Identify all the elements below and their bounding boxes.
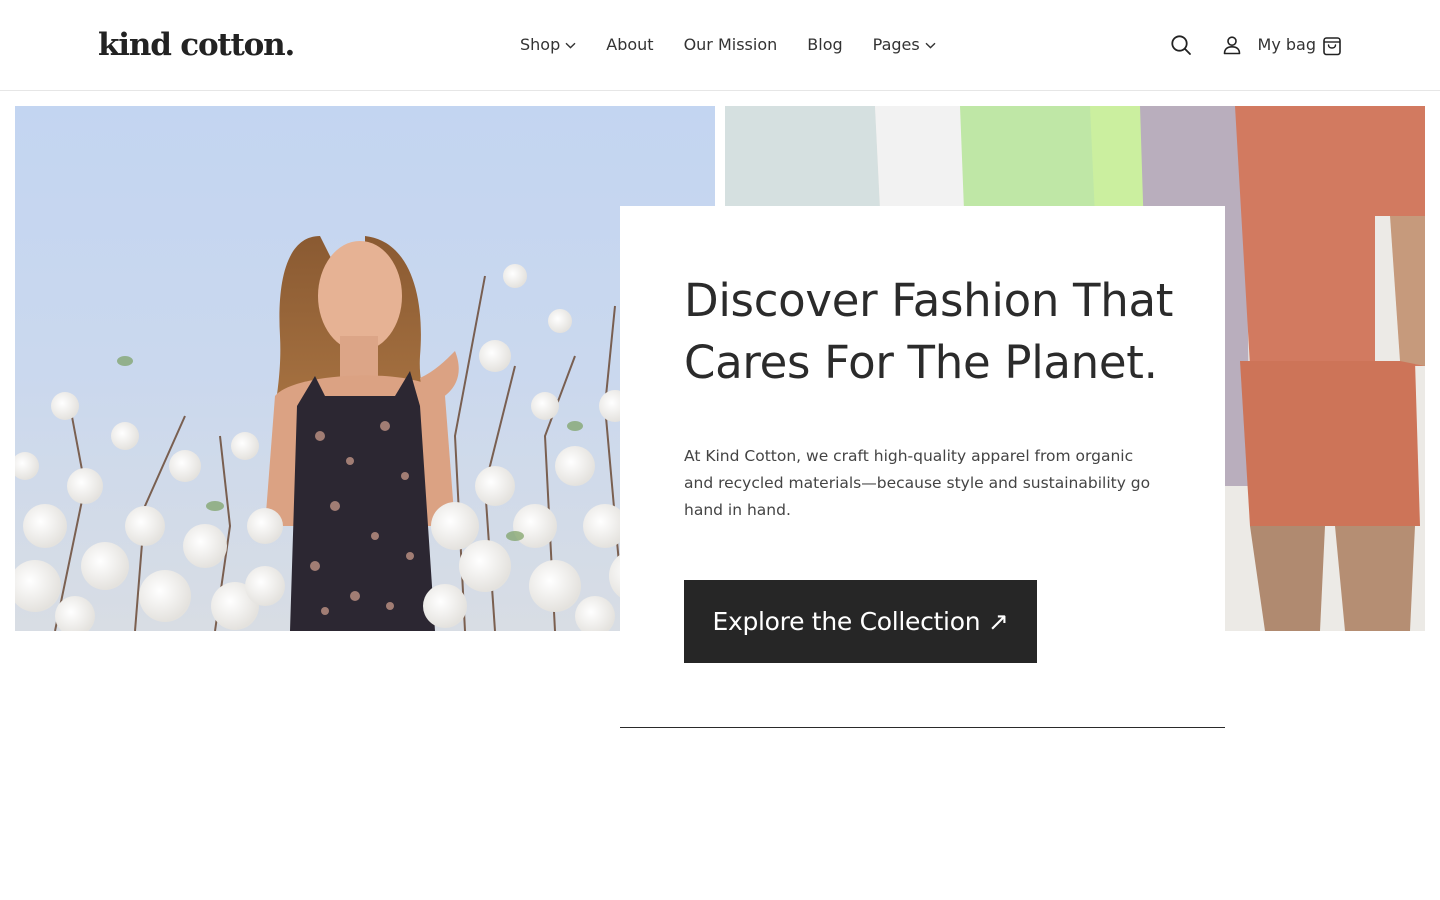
site-header: kind cotton. Shop About Our Mission Blog… [0,0,1440,91]
nav-item-pages[interactable]: Pages [873,33,936,57]
nav-item-about[interactable]: About [606,33,653,57]
hero-headline: Discover Fashion That Cares For The Plan… [684,270,1204,394]
nav-item-label: Our Mission [683,35,778,54]
search-icon[interactable] [1170,34,1192,56]
bag-label: My bag [1257,35,1316,54]
nav-item-our-mission[interactable]: Our Mission [684,33,778,57]
nav-item-blog[interactable]: Blog [807,33,842,57]
brand-logo[interactable]: kind cotton. [98,26,295,64]
header-actions: My bag [1170,32,1342,58]
chevron-down-icon [565,42,576,49]
hero-headline-line-1: Discover Fashion That [684,274,1174,327]
hero-description: At Kind Cotton, we craft high-quality ap… [684,447,1151,519]
section-divider [620,727,1225,728]
nav-item-shop[interactable]: Shop [520,33,576,57]
chevron-down-icon [925,42,936,49]
shopping-bag-icon [1322,35,1342,56]
bag-button[interactable]: My bag [1258,33,1342,57]
nav-item-label: About [606,35,654,54]
nav-item-label: Blog [807,35,843,54]
hero-headline-line-2: Cares For The Planet. [684,336,1158,389]
user-icon[interactable] [1222,35,1242,55]
explore-collection-button[interactable]: Explore the Collection ↗ [684,580,1037,663]
hero-image-cotton-field [15,106,715,631]
nav-item-label: Shop [520,35,561,54]
nav-item-label: Pages [872,35,920,54]
main-nav: Shop About Our Mission Blog Pages [520,33,936,57]
